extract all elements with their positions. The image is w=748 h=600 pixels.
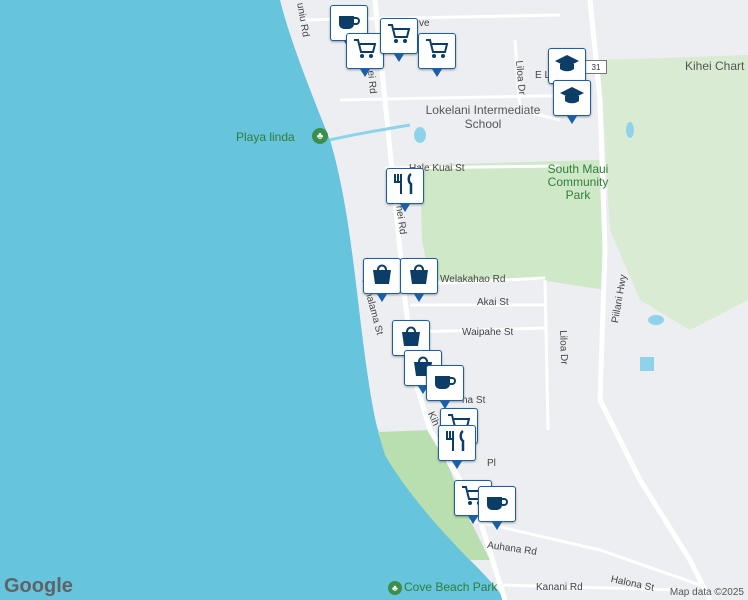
school-icon — [559, 84, 585, 113]
road-label-pl: Pl — [487, 458, 496, 469]
map-marker-shopping-cart[interactable] — [346, 33, 384, 77]
school-icon — [554, 52, 580, 81]
map-marker-coffee[interactable] — [478, 486, 516, 530]
coffee-icon — [432, 369, 458, 398]
map-marker-shopping-bag[interactable] — [400, 258, 438, 302]
poi-label-lokelani[interactable]: Lokelani Intermediate School — [423, 103, 543, 131]
pond — [648, 315, 664, 325]
shopping-bag-icon — [398, 324, 424, 353]
highway-shield: 31 — [585, 60, 607, 74]
shopping-bag-icon — [369, 262, 395, 291]
shopping-cart-icon — [424, 37, 450, 66]
pond — [626, 122, 634, 138]
map-marker-shopping-bag[interactable] — [363, 258, 401, 302]
poi-label-kihei-charter[interactable]: Kihei Chart — [685, 59, 744, 73]
pond — [640, 357, 654, 371]
map-marker-coffee[interactable] — [426, 365, 464, 409]
shopping-bag-icon — [406, 262, 432, 291]
map-marker-shopping-cart[interactable] — [380, 18, 418, 62]
poi-label-south-maui-park[interactable]: South Maui Community Park — [540, 163, 616, 202]
road-label-waipahe: Waipahe St — [462, 327, 514, 338]
shopping-cart-icon — [352, 37, 378, 66]
road-label-na-st: na St — [462, 395, 486, 406]
poi-label-cove-beach-park[interactable]: Cove Beach Park — [404, 581, 497, 594]
map-marker-school[interactable] — [548, 48, 586, 92]
google-logo: Google — [4, 575, 73, 597]
road-label-liloa-south: Liloa Dr — [557, 330, 570, 365]
map-data-attribution[interactable]: Map data ©2025 — [670, 587, 744, 598]
coffee-icon — [484, 490, 510, 519]
park-icon[interactable]: ♣ — [312, 128, 328, 144]
restaurant-icon — [392, 172, 418, 201]
restaurant-icon — [444, 429, 470, 458]
poi-label-playa-linda[interactable]: Playa linda — [236, 131, 295, 144]
map-marker-shopping-cart[interactable] — [418, 33, 456, 77]
road-label-kanani: Kanani Rd — [536, 582, 583, 593]
map-marker-school[interactable] — [553, 80, 591, 124]
shopping-cart-icon — [386, 22, 412, 51]
road-label-ave: ve — [419, 18, 430, 29]
park-icon[interactable]: ♣ — [388, 581, 402, 595]
road-label-akai: Akai St — [477, 297, 509, 308]
map-marker-restaurant[interactable] — [386, 168, 424, 212]
map-marker-restaurant[interactable] — [438, 425, 476, 469]
road-label-welakahao: Welakahao Rd — [440, 274, 506, 285]
